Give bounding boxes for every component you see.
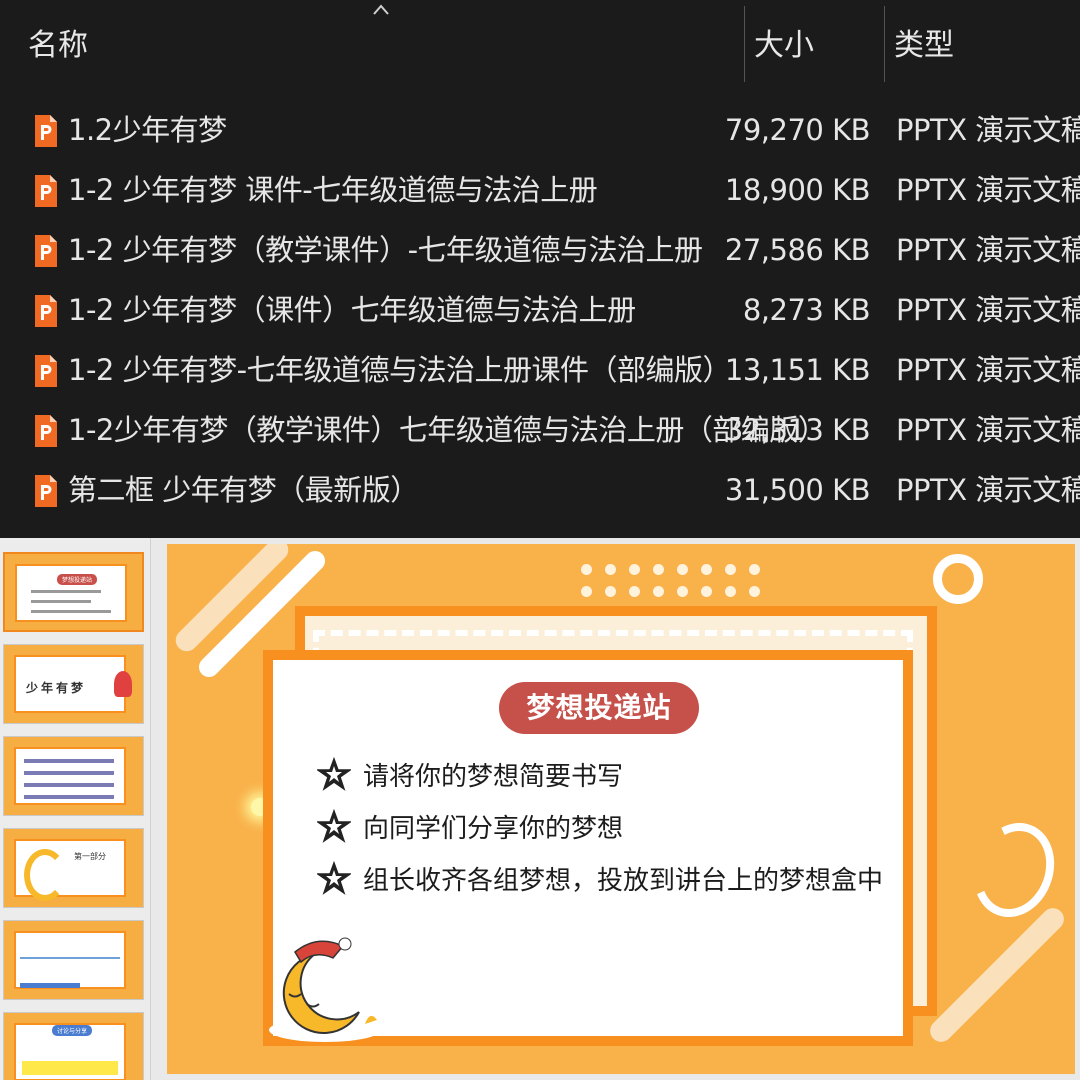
- column-header-size[interactable]: 大小: [754, 0, 874, 84]
- bullet-text: 组长收齐各组梦想，投放到讲台上的梦想盒中: [363, 865, 884, 896]
- column-header-size-label: 大小: [754, 28, 814, 63]
- slide-thumbnail[interactable]: 梦想投递站: [3, 552, 144, 632]
- file-type: PPTX 演示文稿: [896, 173, 1080, 207]
- pptx-file-icon: [35, 475, 57, 507]
- file-type: PPTX 演示文稿: [896, 413, 1080, 447]
- file-type: PPTX 演示文稿: [896, 473, 1080, 507]
- bullet-item: 组长收齐各组梦想，投放到讲台上的梦想盒中: [317, 858, 883, 898]
- thumbnail-title: 第一部分: [74, 852, 106, 861]
- pptx-file-icon: [35, 355, 57, 387]
- column-header-type-label: 类型: [894, 28, 954, 63]
- slide-thumbnail[interactable]: 少年有梦: [3, 644, 144, 724]
- file-name: 1-2 少年有梦-七年级道德与法治上册课件（部编版）: [68, 353, 732, 387]
- thumbnail-title: 讨论与分享: [52, 1025, 93, 1036]
- bullet-text: 请将你的梦想简要书写: [363, 761, 624, 792]
- file-size: 8,273 KB: [742, 293, 871, 327]
- pptx-file-icon: [35, 295, 57, 327]
- decor-stripe: [925, 903, 1069, 1047]
- decor-ring: [933, 554, 983, 604]
- file-name: 1-2 少年有梦（课件）七年级道德与法治上册: [68, 293, 636, 327]
- pptx-file-icon: [35, 175, 57, 207]
- bullet-item: 请将你的梦想简要书写: [317, 754, 623, 794]
- file-row[interactable]: 1-2 少年有梦 课件-七年级道德与法治上册 18,900 KB PPTX 演示…: [0, 160, 1080, 220]
- file-row[interactable]: 1.2少年有梦 79,270 KB PPTX 演示文稿: [0, 100, 1080, 160]
- pptx-file-icon: [35, 235, 57, 267]
- thumbnail-card: [15, 564, 127, 622]
- slide-thumbnail[interactable]: 讨论与分享: [3, 1012, 144, 1080]
- file-size: 31,500 KB: [724, 473, 871, 507]
- bullet-item: 向同学们分享你的梦想: [317, 806, 623, 846]
- slide-canvas[interactable]: 梦想投递站 请将你的梦想简要书写 向同学们分享你的梦想 组长收齐各组梦想，投放到…: [167, 544, 1075, 1074]
- file-row[interactable]: 第二框 少年有梦（最新版） 31,500 KB PPTX 演示文稿: [0, 460, 1080, 520]
- presentation-editor: 梦想投递站 少年有梦 第一部分 讨论与分享 梦想投递站 请将你的梦想简要书写 向…: [0, 538, 1080, 1080]
- thumbnail-title: 梦想投递站: [57, 574, 98, 585]
- file-list: 1.2少年有梦 79,270 KB PPTX 演示文稿 1-2 少年有梦 课件-…: [0, 100, 1080, 520]
- file-row[interactable]: 1-2 少年有梦-七年级道德与法治上册课件（部编版） 13,151 KB PPT…: [0, 340, 1080, 400]
- pptx-file-icon: [35, 415, 57, 447]
- slide-title: 梦想投递站: [499, 682, 699, 734]
- file-name: 第二框 少年有梦（最新版）: [68, 473, 419, 507]
- bullet-text: 向同学们分享你的梦想: [363, 813, 624, 844]
- file-type: PPTX 演示文稿: [896, 113, 1080, 147]
- column-divider[interactable]: [744, 6, 745, 82]
- file-row[interactable]: 1-2 少年有梦（教学课件）-七年级道德与法治上册 27,586 KB PPTX…: [0, 220, 1080, 280]
- column-divider[interactable]: [884, 6, 885, 82]
- slide-thumbnail[interactable]: [3, 736, 144, 816]
- star-icon: [317, 757, 351, 791]
- file-type: PPTX 演示文稿: [896, 233, 1080, 267]
- file-size: 27,586 KB: [724, 233, 871, 267]
- file-name: 1-2 少年有梦 课件-七年级道德与法治上册: [68, 173, 598, 207]
- file-row[interactable]: 1-2少年有梦（教学课件）七年级道德与法治上册（部编版） 32,313 KB P…: [0, 400, 1080, 460]
- moon-icon: [269, 937, 381, 1042]
- star-icon: [317, 861, 351, 895]
- file-row[interactable]: 1-2 少年有梦（课件）七年级道德与法治上册 8,273 KB PPTX 演示文…: [0, 280, 1080, 340]
- file-type: PPTX 演示文稿: [896, 293, 1080, 327]
- slide-thumbnail-panel[interactable]: 梦想投递站 少年有梦 第一部分 讨论与分享: [0, 538, 151, 1080]
- column-header-name-label: 名称: [28, 28, 88, 63]
- thumbnail-title: 少年有梦: [26, 681, 87, 695]
- file-type: PPTX 演示文稿: [896, 353, 1080, 387]
- file-size: 32,313 KB: [724, 413, 871, 447]
- file-size: 18,900 KB: [724, 173, 871, 207]
- file-name: 1.2少年有梦: [68, 113, 227, 147]
- column-header-type[interactable]: 类型: [894, 0, 1074, 84]
- slide-thumbnail[interactable]: 第一部分: [3, 828, 144, 908]
- pptx-file-icon: [35, 115, 57, 147]
- file-size: 13,151 KB: [724, 353, 871, 387]
- file-name: 1-2 少年有梦（教学课件）-七年级道德与法治上册: [68, 233, 703, 267]
- file-name: 1-2少年有梦（教学课件）七年级道德与法治上册（部编版）: [68, 413, 827, 447]
- star-icon: [317, 809, 351, 843]
- slide-thumbnail[interactable]: [3, 920, 144, 1000]
- file-explorer: 名称 大小 类型 1.2少年有梦 79,270 KB PPTX 演示文稿 1-2…: [0, 0, 1080, 538]
- column-header-name[interactable]: 名称: [28, 0, 728, 84]
- thumbnail-card: [14, 931, 126, 989]
- file-size: 79,270 KB: [724, 113, 871, 147]
